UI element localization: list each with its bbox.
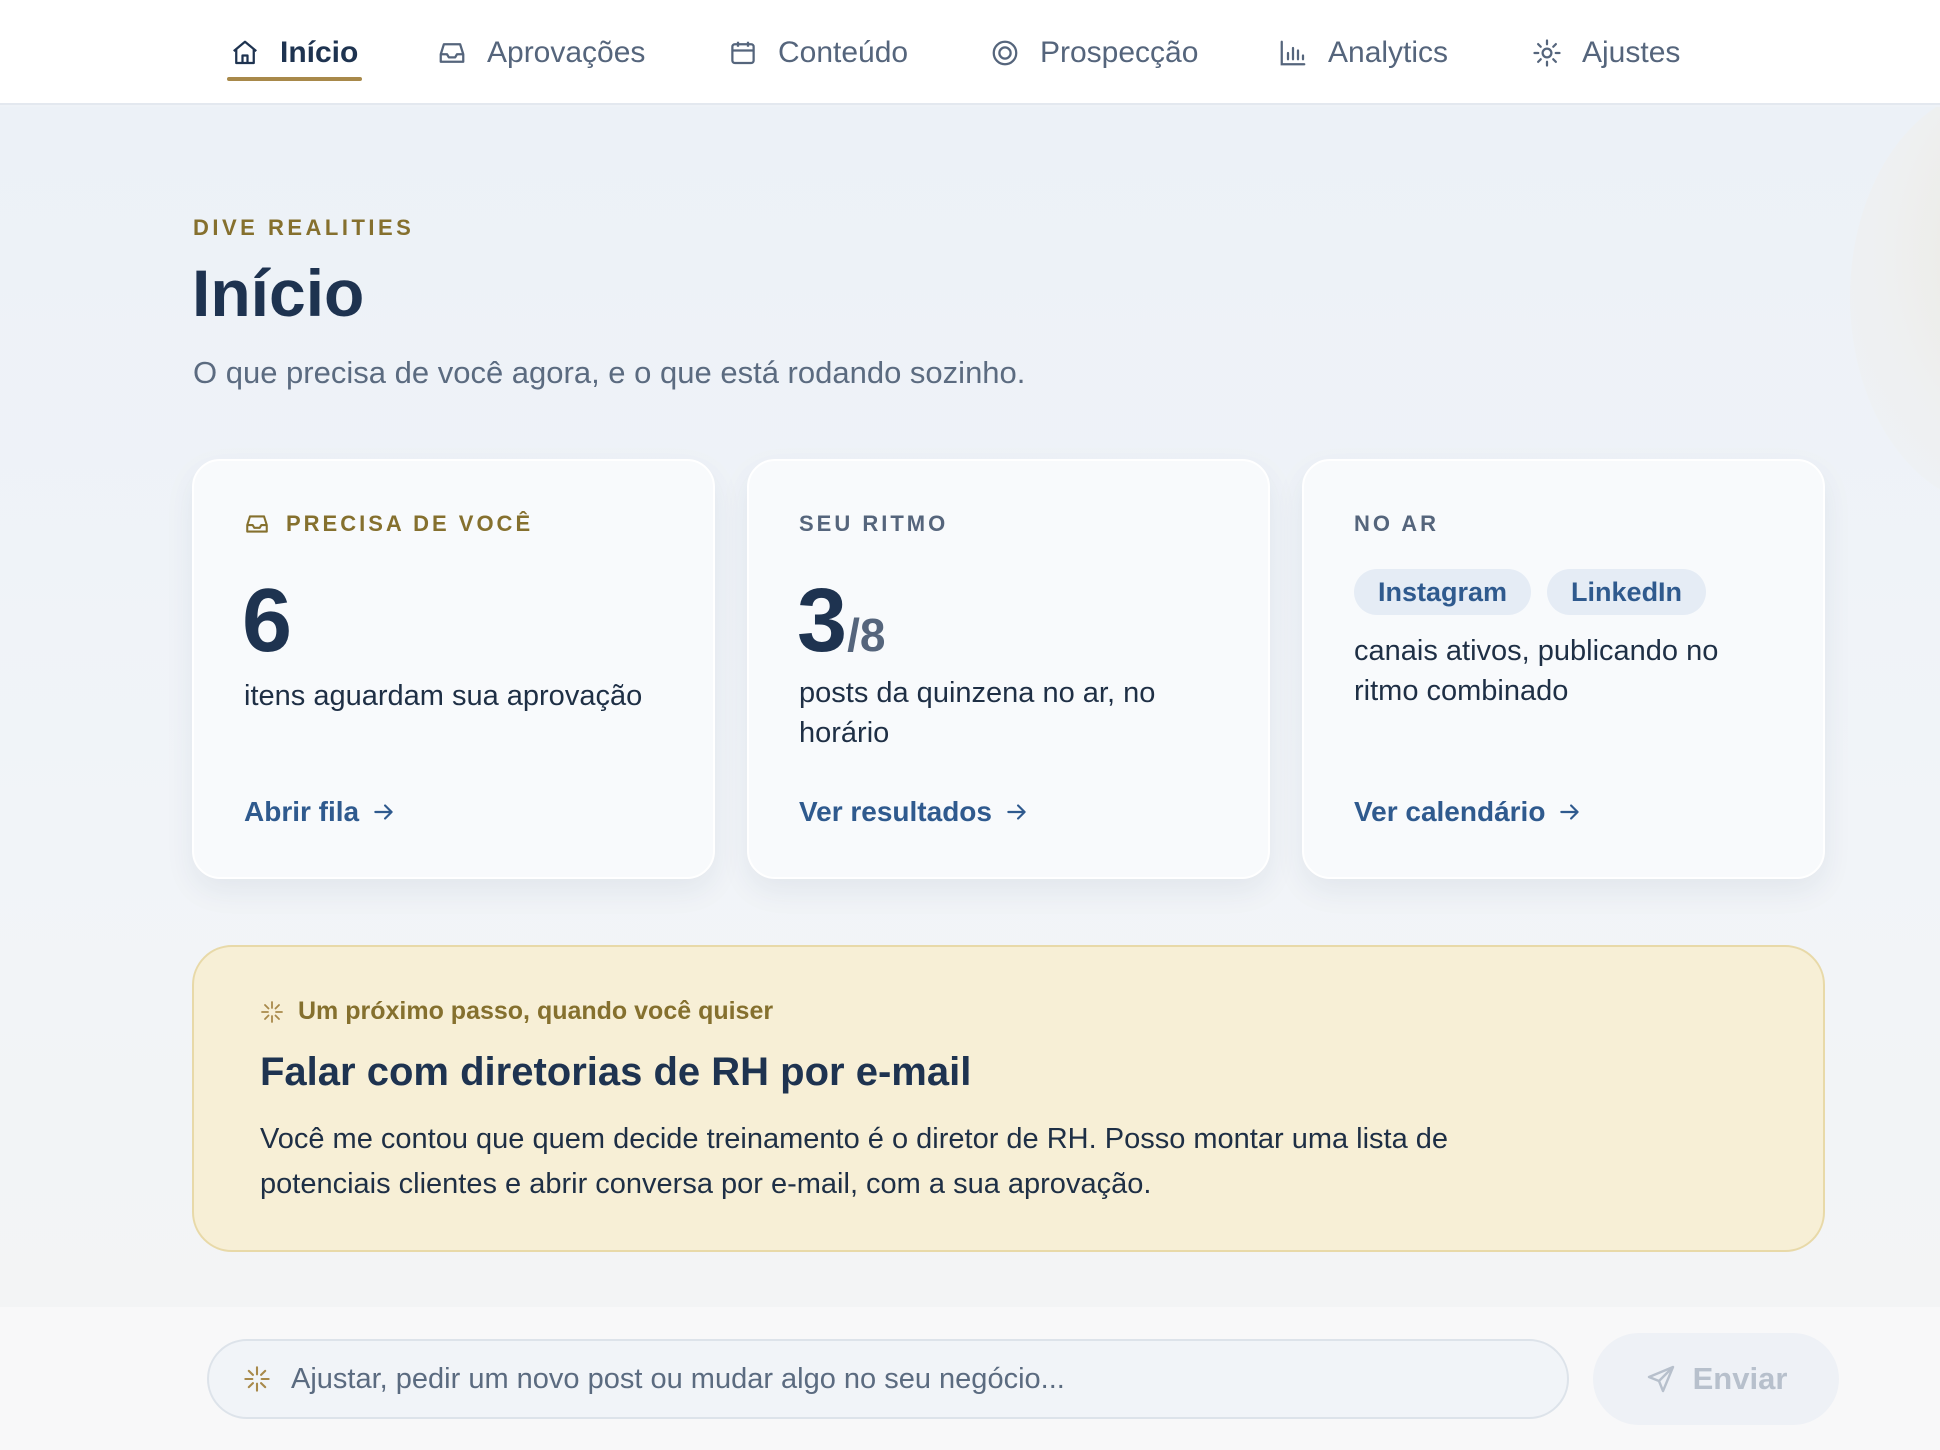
suggestion-kicker: Um próximo passo, quando você quiser bbox=[260, 997, 773, 1026]
nav-label: Prospecção bbox=[1040, 35, 1199, 69]
card-label-text: SEU RITMO bbox=[799, 511, 949, 536]
page-title: Início bbox=[192, 256, 365, 330]
nav-label: Analytics bbox=[1328, 35, 1449, 69]
active-channels: Instagram LinkedIn bbox=[1354, 569, 1722, 615]
page-subtitle: O que precisa de você agora, e o que est… bbox=[193, 355, 1026, 390]
channel-chip-linkedin: LinkedIn bbox=[1547, 569, 1707, 615]
nav-label: Conteúdo bbox=[778, 35, 909, 69]
arrow-right-icon bbox=[1004, 799, 1030, 825]
nav-label: Ajustes bbox=[1582, 35, 1681, 69]
card-label: NO AR bbox=[1354, 511, 1439, 537]
open-queue-link[interactable]: Abrir fila bbox=[244, 796, 397, 828]
posts-count: 3/8 bbox=[797, 576, 885, 666]
active-tab-indicator bbox=[227, 77, 362, 81]
kicker-text: Um próximo passo, quando você quiser bbox=[298, 997, 774, 1025]
nav-label: Aprovações bbox=[487, 35, 646, 69]
pending-count-value: 6 bbox=[242, 571, 293, 671]
card-description: canais ativos, publicando no ritmo combi… bbox=[1354, 635, 1719, 707]
card-label-text: NO AR bbox=[1354, 511, 1440, 536]
decorative-background-shape bbox=[1850, 107, 1940, 507]
nav-item-conteudo[interactable]: Conteúdo bbox=[728, 0, 908, 105]
nav-item-ajustes[interactable]: Ajustes bbox=[1532, 0, 1680, 105]
arrow-right-icon bbox=[1557, 799, 1583, 825]
card-needs-you: PRECISA DE VOCÊ 6 itens aguardam sua apr… bbox=[192, 459, 715, 879]
view-results-link[interactable]: Ver resultados bbox=[799, 796, 1030, 828]
suggestion-title: Falar com diretorias de RH por e-mail bbox=[260, 1050, 972, 1094]
next-step-suggestion[interactable]: Um próximo passo, quando você quiser Fal… bbox=[192, 945, 1825, 1252]
nav-label: Início bbox=[280, 35, 359, 69]
card-label: PRECISA DE VOCÊ bbox=[244, 511, 533, 537]
calendar-icon bbox=[728, 38, 758, 68]
channel-chip-instagram: Instagram bbox=[1354, 569, 1532, 615]
pending-count: 6 bbox=[242, 576, 292, 666]
nav-item-inicio[interactable]: Início bbox=[230, 0, 358, 105]
card-on-air: NO AR Instagram LinkedIn canais ativos, … bbox=[1302, 459, 1825, 879]
sun-gear-icon bbox=[1532, 38, 1562, 68]
chat-composer: Enviar bbox=[0, 1307, 1940, 1450]
arrow-right-icon bbox=[371, 799, 397, 825]
inbox-icon bbox=[244, 511, 270, 537]
send-label: Enviar bbox=[1692, 1361, 1788, 1396]
message-input-wrapper[interactable] bbox=[207, 1339, 1569, 1419]
send-button[interactable]: Enviar bbox=[1593, 1333, 1839, 1425]
suggestion-body: Você me contou que quem decide treinamen… bbox=[260, 1123, 1449, 1200]
view-calendar-link[interactable]: Ver calendário bbox=[1354, 796, 1583, 828]
top-nav: Início Aprovações Conteúdo Prospecção An… bbox=[0, 0, 1940, 105]
nav-item-prospeccao[interactable]: Prospecção bbox=[990, 0, 1198, 105]
posts-count-value: 3 bbox=[797, 571, 848, 671]
send-icon bbox=[1645, 1363, 1677, 1395]
home-icon bbox=[230, 38, 260, 68]
inbox-icon bbox=[437, 38, 467, 68]
link-label: Ver calendário bbox=[1354, 796, 1546, 827]
card-label: SEU RITMO bbox=[799, 511, 948, 537]
sparkle-icon bbox=[243, 1365, 271, 1393]
workspace-name: DIVE REALITIES bbox=[193, 215, 415, 240]
nav-item-aprovacoes[interactable]: Aprovações bbox=[437, 0, 645, 105]
link-label: Ver resultados bbox=[799, 796, 992, 827]
card-description: posts da quinzena no ar, no horário bbox=[799, 677, 1156, 749]
nav-item-analytics[interactable]: Analytics bbox=[1278, 0, 1448, 105]
card-description: itens aguardam sua aprovação bbox=[244, 680, 643, 712]
card-rhythm: SEU RITMO 3/8 posts da quinzena no ar, n… bbox=[747, 459, 1270, 879]
sparkle-icon bbox=[260, 1000, 284, 1024]
target-icon bbox=[990, 38, 1020, 68]
message-input[interactable] bbox=[291, 1362, 1491, 1396]
link-label: Abrir fila bbox=[244, 796, 360, 827]
card-label-text: PRECISA DE VOCÊ bbox=[286, 511, 534, 536]
main-content: DIVE REALITIES Início O que precisa de v… bbox=[0, 107, 1940, 1307]
posts-total: /8 bbox=[847, 609, 886, 661]
bar-chart-icon bbox=[1278, 38, 1308, 68]
